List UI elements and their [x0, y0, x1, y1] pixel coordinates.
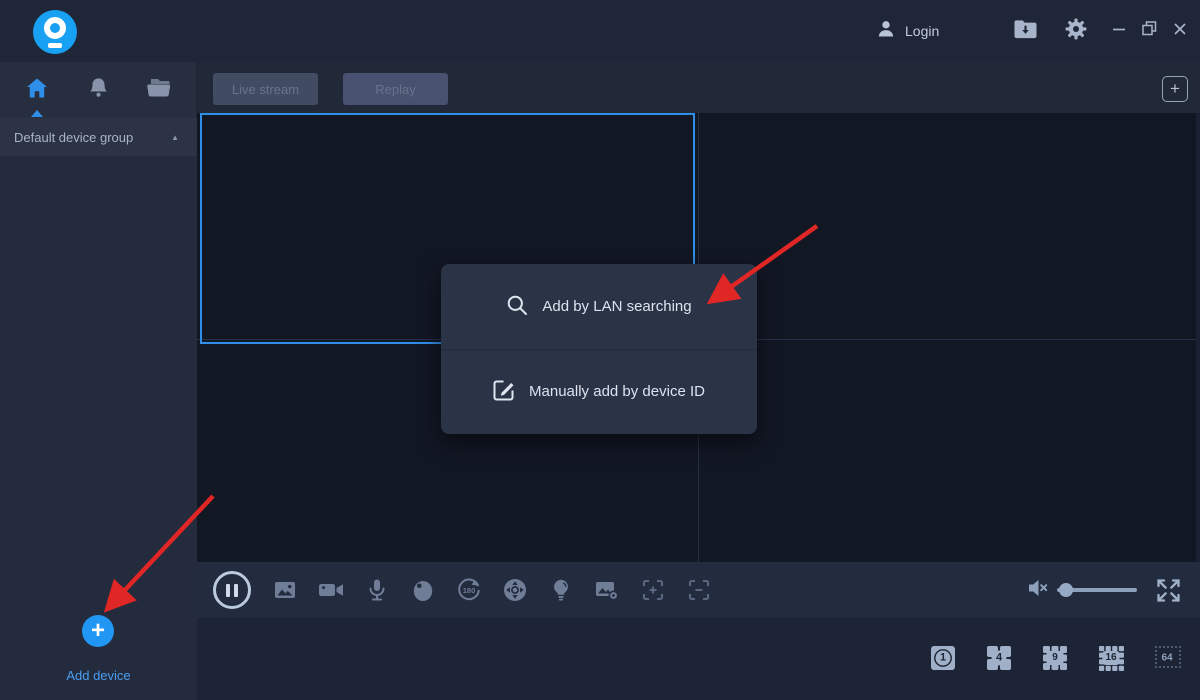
zoom-out-frame-icon — [687, 578, 711, 602]
settings-button[interactable] — [1056, 0, 1096, 62]
ptz-icon — [502, 577, 528, 603]
pause-icon — [226, 584, 230, 597]
live-stream-tab[interactable]: Live stream — [213, 73, 318, 105]
fullscreen-icon — [1155, 577, 1182, 604]
gear-icon — [1064, 17, 1088, 46]
snapshot-icon — [273, 578, 297, 602]
restore-icon — [1142, 21, 1157, 41]
layout-1-button[interactable]: 1 — [928, 643, 958, 673]
layout-4-button[interactable]: 4 — [984, 643, 1014, 673]
ptz-button[interactable] — [502, 577, 528, 603]
volume-control — [1027, 562, 1137, 618]
minimize-icon — [1112, 22, 1126, 41]
tab-files[interactable] — [131, 62, 187, 118]
bulb-icon — [549, 578, 573, 602]
bottom-bar: 1 4 9 16 64 — [197, 618, 1200, 700]
search-icon — [506, 294, 528, 320]
close-icon — [1173, 22, 1187, 41]
sidebar: Default device group ▲ + Add device — [0, 62, 197, 700]
playback-toolbar: 180 — [197, 562, 1200, 618]
muted-speaker-icon[interactable] — [1027, 578, 1051, 603]
login-label: Login — [905, 23, 939, 39]
restore-button[interactable] — [1134, 0, 1164, 62]
title-bar: Login — [0, 0, 1200, 62]
volume-slider[interactable] — [1057, 588, 1137, 592]
tab-alarm[interactable] — [70, 62, 126, 118]
volume-slider-thumb[interactable] — [1059, 583, 1073, 597]
pause-button[interactable] — [213, 571, 251, 609]
layout-4-label: 4 — [992, 651, 1007, 666]
layout-64-button[interactable]: 64 — [1152, 643, 1182, 673]
folder-icon — [147, 77, 171, 104]
record-button[interactable] — [318, 577, 344, 603]
edit-icon — [493, 379, 515, 405]
add-device-label[interactable]: Add device — [0, 668, 197, 683]
snapshot-button[interactable] — [272, 577, 298, 603]
dome-button[interactable] — [410, 577, 436, 603]
download-folder-icon — [1013, 18, 1038, 45]
layout-9-button[interactable]: 9 — [1040, 643, 1070, 673]
device-group-header[interactable]: Default device group ▲ — [0, 118, 197, 156]
layout-buttons: 1 4 9 16 64 — [928, 643, 1182, 673]
rotate-180-button[interactable]: 180 — [456, 577, 482, 603]
image-settings-icon — [594, 577, 620, 603]
sidebar-tabs — [0, 62, 197, 118]
layout-1-label: 1 — [936, 651, 951, 666]
grid-right-edge — [1196, 113, 1200, 562]
manual-add-item[interactable]: Manually add by device ID — [441, 349, 757, 434]
microphone-icon — [365, 578, 389, 602]
layout-64-label: 64 — [1158, 652, 1176, 665]
manual-add-label: Manually add by device ID — [529, 383, 705, 400]
talk-button[interactable] — [364, 577, 390, 603]
add-by-lan-item[interactable]: Add by LAN searching — [441, 264, 757, 349]
record-icon — [318, 577, 344, 603]
device-group-label: Default device group — [14, 130, 133, 145]
replay-tab[interactable]: Replay — [343, 73, 448, 105]
app-logo-icon — [33, 10, 77, 54]
collapse-caret-icon: ▲ — [171, 133, 179, 142]
plus-icon: + — [91, 619, 105, 643]
zoom-in-frame-button[interactable] — [640, 577, 666, 603]
toolbar-icons: 180 — [272, 562, 712, 618]
stream-tab-row: Live stream Replay + — [197, 62, 1200, 113]
popup-divider — [441, 349, 757, 350]
add-device-popup: Add by LAN searching Manually add by dev… — [441, 264, 757, 434]
add-window-button[interactable]: + — [1162, 76, 1188, 102]
zoom-in-frame-icon — [641, 578, 665, 602]
dome-icon — [411, 578, 435, 602]
active-tab-indicator-icon — [31, 110, 43, 117]
user-icon — [876, 19, 896, 44]
svg-text:180: 180 — [463, 586, 476, 595]
fullscreen-button[interactable] — [1155, 577, 1182, 604]
minimize-button[interactable] — [1104, 0, 1134, 62]
layout-9-label: 9 — [1047, 651, 1064, 665]
plus-icon: + — [1170, 79, 1180, 99]
rotate-180-icon: 180 — [456, 577, 482, 603]
download-button[interactable] — [1005, 0, 1045, 62]
add-device-button[interactable]: + — [82, 615, 114, 647]
zoom-out-frame-button[interactable] — [686, 577, 712, 603]
login-button[interactable]: Login — [876, 0, 939, 62]
image-settings-button[interactable] — [594, 577, 620, 603]
layout-16-label: 16 — [1103, 651, 1120, 665]
home-icon — [25, 76, 49, 105]
layout-16-button[interactable]: 16 — [1096, 643, 1126, 673]
light-button[interactable] — [548, 577, 574, 603]
close-button[interactable] — [1164, 0, 1196, 62]
add-by-lan-label: Add by LAN searching — [542, 298, 691, 315]
bell-icon — [87, 76, 110, 104]
